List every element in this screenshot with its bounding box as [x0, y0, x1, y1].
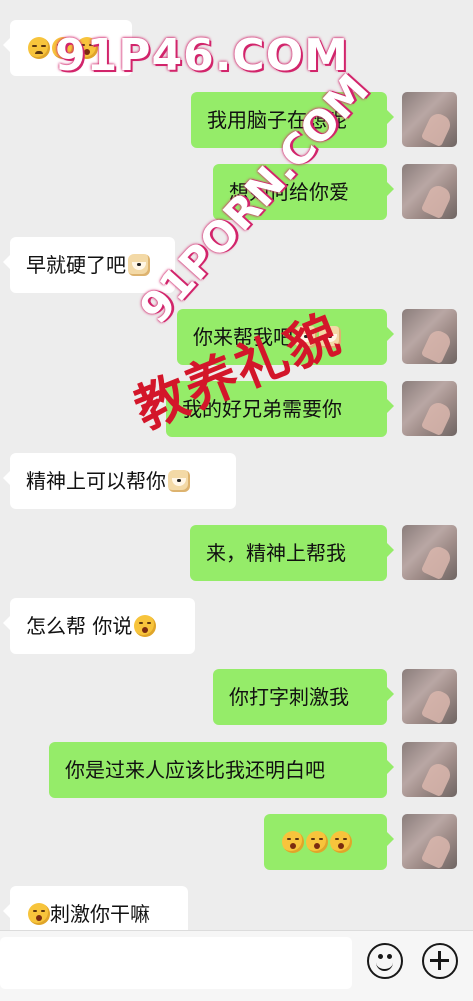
- message-bubble-outgoing[interactable]: 你来帮我吧: [177, 309, 394, 365]
- doge-emoji: [128, 254, 150, 276]
- doge-emoji: [319, 326, 341, 348]
- message-text: 精神上可以帮你: [26, 469, 166, 493]
- doge-emoji: [295, 326, 317, 348]
- message-text: 刺激你干嘛: [50, 902, 150, 926]
- message-bubble-outgoing[interactable]: 你是过来人应该比我还明白吧: [49, 742, 394, 798]
- message-text: 你打字刺激我: [229, 685, 349, 709]
- message-text: 来，精神上帮我: [206, 541, 346, 565]
- chat-message-list[interactable]: 我用脑子在想呢 想如何给你爱 早就硬了吧 你来帮我吧 我的好兄弟需要你 精神上可…: [0, 0, 473, 930]
- my-avatar[interactable]: [402, 309, 457, 364]
- my-avatar[interactable]: [402, 92, 457, 147]
- message-bubble-outgoing[interactable]: 我的好兄弟需要你: [166, 381, 394, 437]
- kissing-face-emoji: [76, 37, 98, 59]
- kissing-face-emoji: [134, 615, 157, 637]
- my-avatar[interactable]: [402, 525, 457, 580]
- message-bubble-outgoing[interactable]: 来，精神上帮我: [190, 525, 394, 581]
- message-bubble-incoming[interactable]: 怎么帮 你说: [3, 598, 195, 654]
- message-bubble-incoming[interactable]: 早就硬了吧: [3, 237, 175, 293]
- kissing-face-emoji: [28, 903, 50, 925]
- plus-icon[interactable]: [422, 943, 458, 979]
- my-avatar[interactable]: [402, 814, 457, 869]
- my-avatar[interactable]: [402, 742, 457, 797]
- message-bubble-outgoing[interactable]: [264, 814, 394, 870]
- message-text: 我用脑子在想呢: [207, 108, 347, 132]
- input-bar: [0, 930, 473, 1001]
- kissing-face-emoji: [52, 37, 74, 59]
- doge-emoji: [168, 470, 190, 492]
- message-bubble-incoming[interactable]: 精神上可以帮你: [3, 453, 236, 509]
- my-avatar[interactable]: [402, 669, 457, 724]
- message-input[interactable]: [0, 937, 352, 989]
- kissing-face-emoji: [306, 831, 328, 853]
- message-text: 你是过来人应该比我还明白吧: [65, 758, 325, 782]
- smiley-icon[interactable]: [367, 943, 403, 979]
- my-avatar[interactable]: [402, 164, 457, 219]
- message-text: 你来帮我吧: [193, 325, 293, 349]
- message-text: 怎么帮 你说: [26, 614, 133, 638]
- unamused-face-emoji: [28, 37, 50, 59]
- message-text: 我的好兄弟需要你: [182, 397, 342, 421]
- message-bubble-incoming[interactable]: [3, 20, 132, 76]
- message-bubble-outgoing[interactable]: 想如何给你爱: [213, 164, 394, 220]
- my-avatar[interactable]: [402, 381, 457, 436]
- message-bubble-outgoing[interactable]: 你打字刺激我: [213, 669, 394, 725]
- kissing-face-emoji: [330, 831, 352, 853]
- kissing-face-emoji: [282, 831, 304, 853]
- message-bubble-incoming[interactable]: 刺激你干嘛: [3, 886, 188, 930]
- message-bubble-outgoing[interactable]: 我用脑子在想呢: [191, 92, 394, 148]
- message-text: 早就硬了吧: [26, 253, 126, 277]
- message-text: 想如何给你爱: [229, 180, 349, 204]
